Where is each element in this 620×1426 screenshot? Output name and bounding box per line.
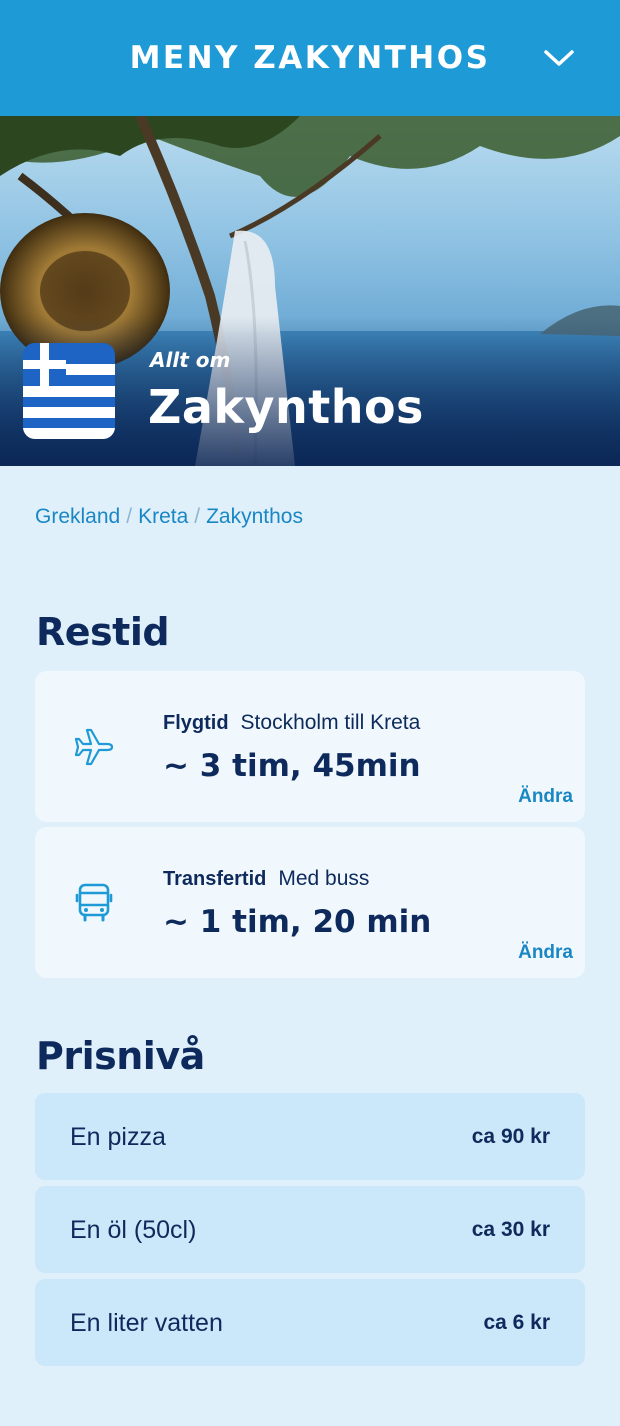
change-flight-link[interactable]: Ändra bbox=[518, 786, 573, 808]
travel-detail: Stockholm till Kreta bbox=[240, 711, 421, 734]
top-menu-bar[interactable]: MENY ZAKYNTHOS bbox=[0, 0, 620, 116]
bus-icon bbox=[75, 883, 113, 922]
price-value: ca 90 kr bbox=[471, 1125, 550, 1148]
price-item: En pizza bbox=[70, 1123, 166, 1151]
section-title-prisniva: Prisnivå bbox=[36, 1034, 205, 1078]
price-value: ca 30 kr bbox=[471, 1218, 550, 1241]
breadcrumb-item-zakynthos[interactable]: Zakynthos bbox=[206, 505, 303, 529]
greece-flag-icon bbox=[23, 343, 115, 439]
travel-card-flight: Flygtid Stockholm till Kreta ~ 3 tim, 45… bbox=[35, 671, 585, 822]
hero-title: Zakynthos bbox=[148, 380, 424, 434]
chevron-down-icon[interactable] bbox=[542, 46, 576, 70]
price-value: ca 6 kr bbox=[483, 1311, 550, 1334]
travel-card-transfer: Transfertid Med buss ~ 1 tim, 20 min Änd… bbox=[35, 827, 585, 978]
breadcrumb-item-kreta[interactable]: Kreta bbox=[138, 505, 188, 529]
section-title-restid: Restid bbox=[36, 610, 170, 654]
breadcrumb: Grekland / Kreta / Zakynthos bbox=[35, 505, 303, 529]
breadcrumb-item-grekland[interactable]: Grekland bbox=[35, 505, 120, 529]
breadcrumb-separator: / bbox=[194, 505, 201, 528]
price-item: En liter vatten bbox=[70, 1309, 223, 1337]
price-row: En pizza ca 90 kr bbox=[35, 1093, 585, 1180]
price-item: En öl (50cl) bbox=[70, 1216, 197, 1244]
hero-subtitle: Allt om bbox=[150, 348, 231, 372]
menu-title[interactable]: MENY ZAKYNTHOS bbox=[130, 40, 491, 76]
price-row: En liter vatten ca 6 kr bbox=[35, 1279, 585, 1366]
travel-label: Flygtid bbox=[163, 712, 229, 734]
travel-detail: Med buss bbox=[278, 867, 370, 890]
airplane-icon bbox=[74, 728, 114, 766]
travel-duration: ~ 1 tim, 20 min bbox=[163, 904, 432, 940]
travel-label: Transfertid bbox=[163, 868, 267, 890]
travel-duration: ~ 3 tim, 45min bbox=[163, 748, 421, 784]
change-transfer-link[interactable]: Ändra bbox=[518, 942, 573, 964]
breadcrumb-separator: / bbox=[126, 505, 133, 528]
price-row: En öl (50cl) ca 30 kr bbox=[35, 1186, 585, 1273]
